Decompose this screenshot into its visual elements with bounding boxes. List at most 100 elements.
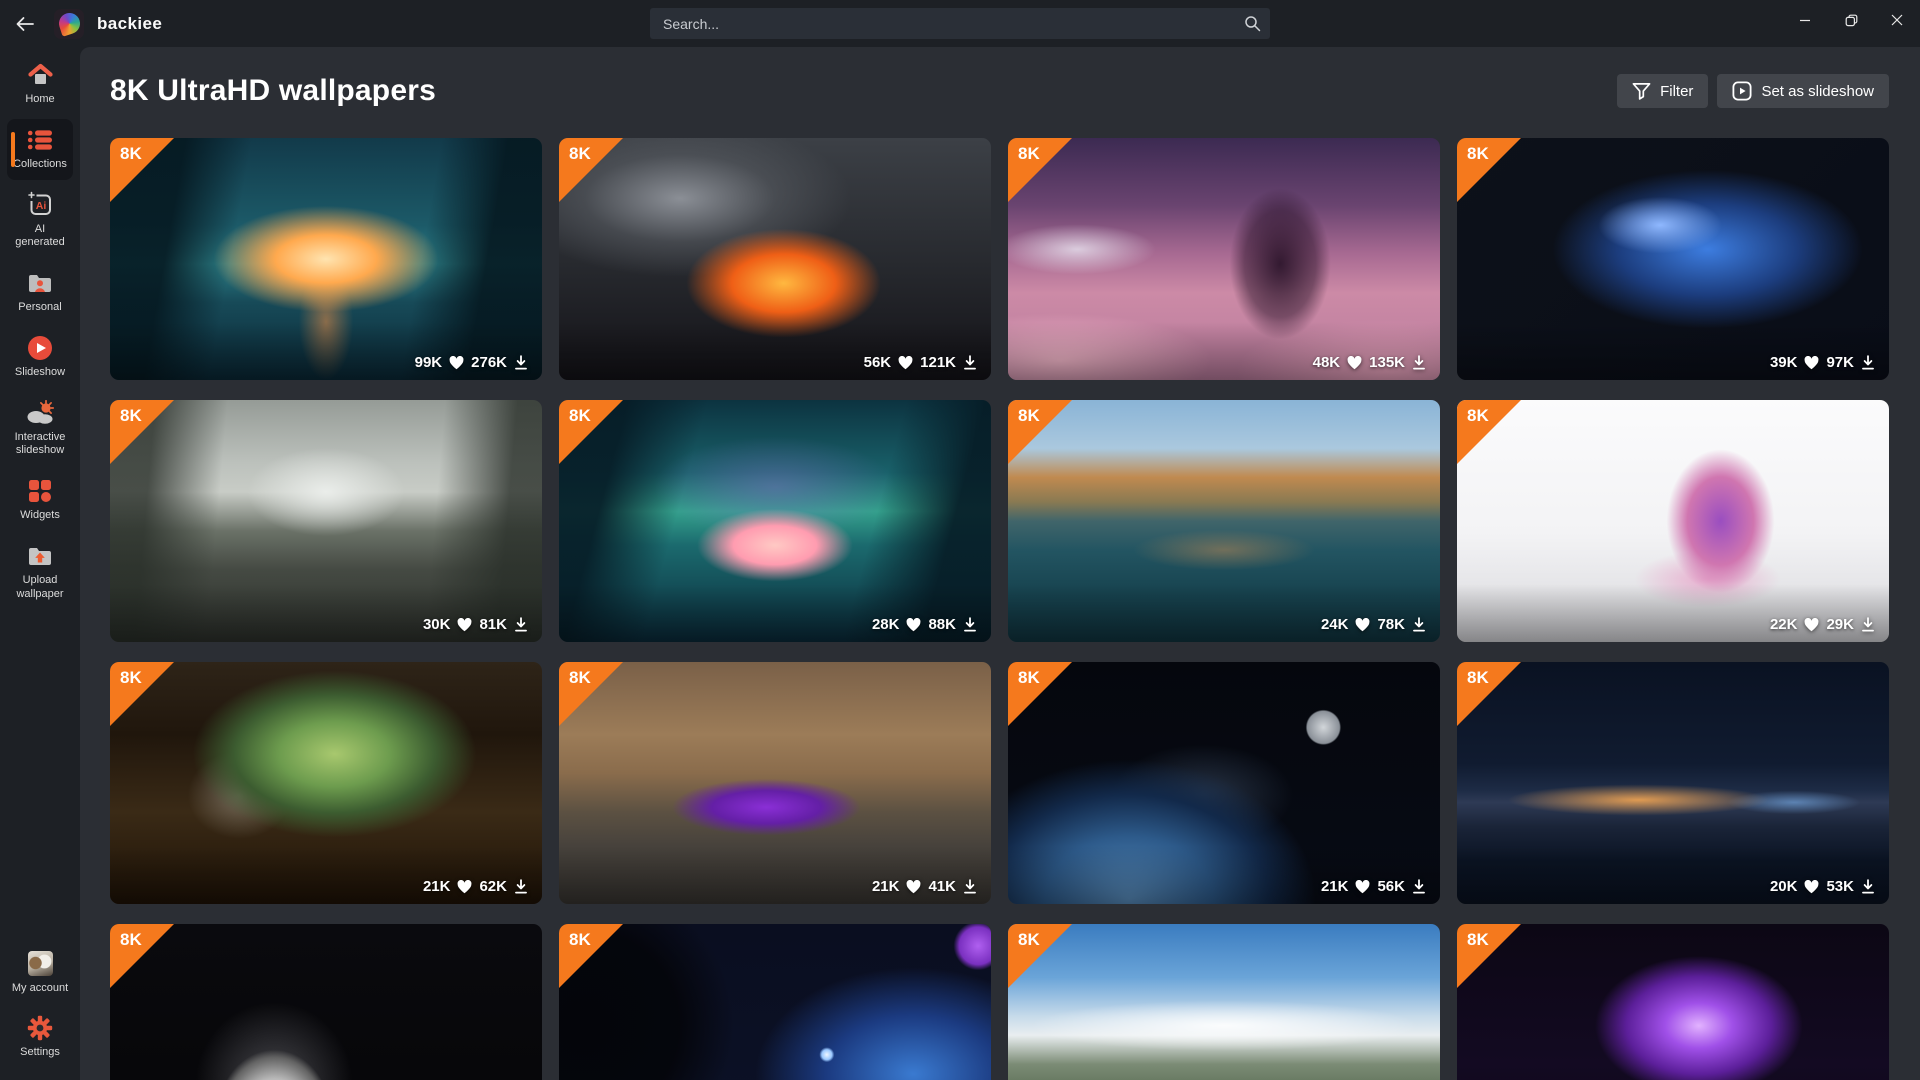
8k-badge: 8K [110,924,174,988]
wallpaper-tile-moon-close-up[interactable]: 8K [110,924,542,1080]
likes-count: 39K [1770,354,1798,371]
8k-badge-label: 8K [1467,930,1489,950]
sidebar-item-home[interactable]: Home [7,54,73,115]
likes-count: 21K [1321,878,1349,895]
8k-badge-label: 8K [120,144,142,164]
wallpaper-tile-aurora-forest-art[interactable]: 8K28K88K [559,400,991,642]
8k-badge: 8K [559,138,623,202]
tile-bottom-shade [1457,584,1889,642]
wallpaper-tile-foggy-forest-road[interactable]: 8K 30K81K [110,400,542,642]
sidebar-item-collections[interactable]: Collections [7,119,73,180]
downloads-count: 56K [1377,878,1405,895]
close-button[interactable] [1874,0,1920,40]
wallpaper-tile-fantasy-forest-sunset[interactable]: 8K 99K 276K [110,138,542,380]
wallpaper-tile-cave-waterfall-forest[interactable]: 8K 21K62K [110,662,542,904]
heart-icon [1355,880,1370,894]
download-icon [1861,355,1875,370]
likes-count: 30K [423,616,451,633]
8k-badge: 8K [1457,924,1521,988]
sidebar-item-settings[interactable]: Settings [7,1007,73,1068]
restore-icon [1845,14,1858,27]
ai-generated-icon: Ai [27,192,54,218]
sidebar-item-widgets[interactable]: Widgets [7,470,73,531]
heart-icon [898,356,913,370]
download-icon [1412,355,1426,370]
wallpaper-tile-space-planets-nebula[interactable]: 8K [559,924,991,1080]
download-icon [514,355,528,370]
8k-badge: 8K [559,400,623,464]
tile-bottom-shade [110,846,542,904]
wallpaper-tile-anime-girl-white[interactable]: 8K22K29K [1457,400,1889,642]
play-square-icon [1732,81,1752,101]
heart-icon [457,880,472,894]
wallpaper-tile-blue-plexus-abstract[interactable]: 8K39K97K [1457,138,1889,380]
tile-stats: 20K53K [1770,878,1875,895]
sidebar-footer: My account [0,943,80,1073]
8k-badge-label: 8K [1467,144,1489,164]
likes-count: 24K [1321,616,1349,633]
personal-folder-icon [27,270,53,296]
8k-badge-label: 8K [1467,668,1489,688]
minimize-button[interactable] [1782,0,1828,40]
8k-badge-label: 8K [569,144,591,164]
8k-badge: 8K [1008,924,1072,988]
likes-count: 21K [423,878,451,895]
heart-icon [1347,356,1362,370]
wallpaper-tile-earth-from-space[interactable]: 8K 21K 56K [1008,662,1440,904]
sidebar-item-interactive-slideshow[interactable]: Interactive slideshow [7,392,73,467]
upload-wallpaper-icon [27,543,53,569]
filter-funnel-icon [1632,82,1651,100]
content-panel: 8K UltraHD wallpapers Filter Set as slid… [80,47,1920,1080]
filter-button[interactable]: Filter [1617,74,1708,108]
8k-badge: 8K [559,924,623,988]
8k-badge: 8K [1008,662,1072,726]
downloads-count: 276K [471,354,507,371]
8k-badge: 8K [110,662,174,726]
wallpaper-tile-mountain-lake-reflection[interactable]: 8K 24K 78K [1008,400,1440,642]
wallpaper-tile-purple-nebula-galaxy[interactable]: 8K [1457,924,1889,1080]
sidebar-item-my-account[interactable]: My account [7,943,73,1004]
heart-icon [906,880,921,894]
8k-badge-label: 8K [1018,406,1040,426]
back-arrow-icon [15,16,35,32]
tile-bottom-shade [1457,846,1889,904]
tile-stats: 21K62K [423,878,528,895]
sidebar-item-upload-wallpaper[interactable]: Upload wallpaper [7,535,73,610]
home-icon [27,62,54,88]
download-icon [963,879,977,894]
likes-count: 99K [415,354,443,371]
8k-badge-label: 8K [120,668,142,688]
8k-badge-label: 8K [1018,144,1040,164]
8k-badge: 8K [1457,400,1521,464]
8k-badge: 8K [110,400,174,464]
likes-count: 28K [872,616,900,633]
back-button[interactable] [10,9,40,39]
8k-badge-label: 8K [569,406,591,426]
8k-badge-label: 8K [120,406,142,426]
8k-badge-label: 8K [1467,406,1489,426]
search-bar [650,8,1270,39]
tile-stats: 48K135K [1313,354,1426,371]
restore-button[interactable] [1828,0,1874,40]
sidebar-item-slideshow[interactable]: Slideshow [7,327,73,388]
search-icon[interactable] [1244,15,1261,32]
filter-button-label: Filter [1660,83,1693,100]
svg-text:Ai: Ai [35,200,46,212]
wallpaper-tile-lava-dragon[interactable]: 8K56K121K [559,138,991,380]
download-icon [514,617,528,632]
tile-bottom-shade [1008,846,1440,904]
wallpaper-tile-purple-lamborghini[interactable]: 8K21K41K [559,662,991,904]
downloads-count: 29K [1826,616,1854,633]
set-as-slideshow-button[interactable]: Set as slideshow [1717,74,1889,108]
downloads-count: 78K [1377,616,1405,633]
8k-badge-label: 8K [120,930,142,950]
wallpaper-tile-mountain-range-day[interactable]: 8K [1008,924,1440,1080]
wallpaper-tile-japanese-pagoda-fuji[interactable]: 8K 48K135K [1008,138,1440,380]
download-icon [963,617,977,632]
tile-stats: 30K81K [423,616,528,633]
sidebar-item-personal[interactable]: Personal [7,262,73,323]
search-input[interactable] [650,16,1270,32]
sidebar-item-ai-generated[interactable]: Ai AI generated [7,184,73,259]
wallpaper-tile-city-skyline-night[interactable]: 8K 20K53K [1457,662,1889,904]
8k-badge: 8K [110,138,174,202]
